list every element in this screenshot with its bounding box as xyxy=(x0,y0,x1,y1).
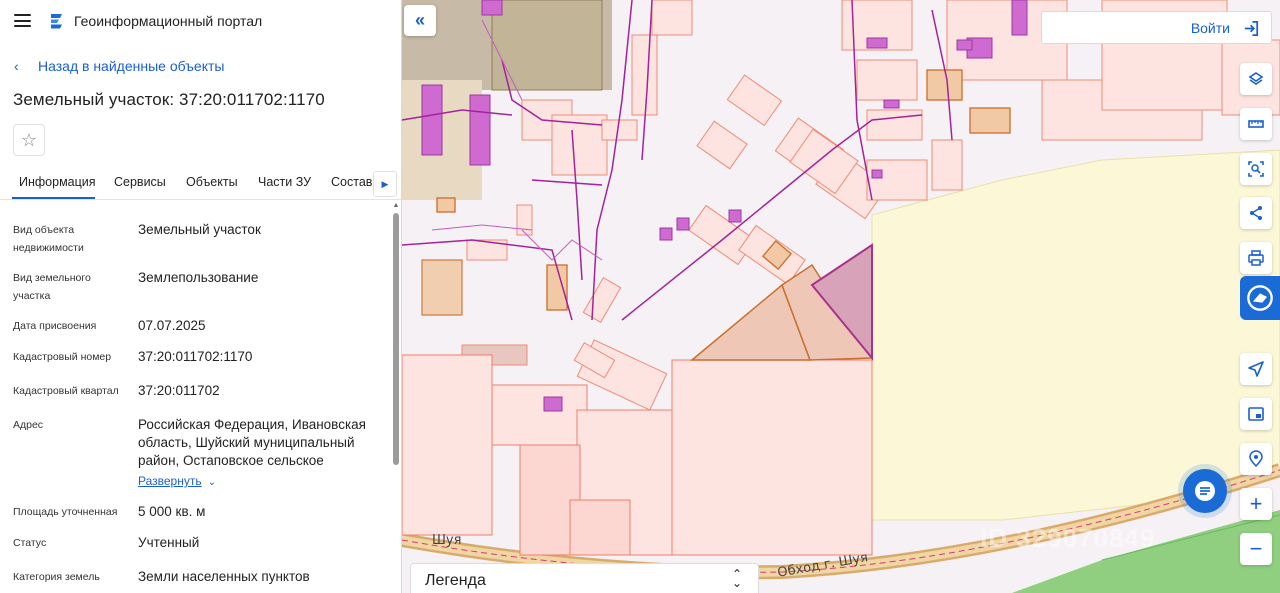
scroll-up-arrow[interactable]: ▲ xyxy=(392,202,400,210)
collapse-panel-button[interactable]: « xyxy=(404,5,436,36)
chat-button[interactable] xyxy=(1178,464,1232,518)
tab-services[interactable]: Сервисы xyxy=(114,175,166,189)
map-logo-icon xyxy=(1247,285,1273,311)
login-icon xyxy=(1244,20,1259,37)
top-bar: Геоинформационный портал xyxy=(0,0,401,42)
legend-label: Легенда xyxy=(425,572,486,589)
place-search-icon xyxy=(1249,450,1263,468)
share-icon xyxy=(1250,206,1262,220)
app-title: Геоинформационный портал xyxy=(74,13,263,29)
favorite-button[interactable]: ☆ xyxy=(13,124,45,156)
info-value: Земельный участок xyxy=(138,222,261,237)
portal-logo-icon xyxy=(51,14,62,29)
info-key: Площадь уточненная xyxy=(13,506,118,518)
info-key: Категория земель xyxy=(13,571,100,583)
info-value: 37:20:011702 xyxy=(138,383,220,398)
login-button[interactable]: Войти xyxy=(1041,11,1272,44)
tab-parts[interactable]: Части ЗУ xyxy=(258,175,311,189)
expand-link-label: Развернуть xyxy=(138,474,202,488)
select-area-button[interactable] xyxy=(1240,153,1272,185)
plus-icon: + xyxy=(1249,491,1263,516)
legend-toggle[interactable]: Легенда ⌃ ⌄ xyxy=(410,563,759,593)
select-area-icon xyxy=(1248,161,1264,177)
zoom-in-button[interactable]: + xyxy=(1240,488,1272,520)
layers-button[interactable] xyxy=(1240,63,1272,95)
expand-link[interactable]: Развернуть ⌄ xyxy=(138,474,216,488)
star-icon: ☆ xyxy=(20,129,38,150)
tab-information[interactable]: Информация xyxy=(19,175,96,189)
ruler-icon xyxy=(1248,120,1264,128)
back-link[interactable]: ‹ Назад в найденные объекты xyxy=(14,58,224,74)
map-layer xyxy=(402,0,1280,593)
info-key: Статус xyxy=(13,537,47,549)
triangle-right-icon: ▶ xyxy=(381,178,389,189)
active-tab-indicator xyxy=(12,197,95,199)
chat-icon xyxy=(1195,481,1215,501)
road-label: Шуя xyxy=(432,533,462,548)
ruler-button[interactable] xyxy=(1240,108,1272,140)
minimap-icon xyxy=(1248,407,1264,421)
info-value: 07.07.2025 xyxy=(138,318,206,333)
watermark: ID 329070849 xyxy=(980,523,1156,553)
locate-button[interactable] xyxy=(1240,353,1272,385)
tab-bar: Информация Сервисы Объекты Части ЗУ Сост… xyxy=(0,168,401,200)
info-value: Земли населенных пунктов xyxy=(138,569,310,584)
info-key: Адрес xyxy=(13,419,44,431)
info-key: Вид земельного участка xyxy=(13,272,91,302)
info-key: Вид объекта недвижимости xyxy=(13,224,84,254)
minimap-button[interactable] xyxy=(1240,398,1272,430)
menu-icon[interactable] xyxy=(14,14,31,27)
expand-collapse-icon: ⌃ ⌄ xyxy=(731,567,742,590)
double-chevron-left-icon: « xyxy=(414,10,425,30)
info-key: Дата присвоения xyxy=(13,320,97,332)
info-value: 37:20:011702:1170 xyxy=(138,349,253,364)
info-value: Учтенный xyxy=(138,535,200,550)
info-panel: Геоинформационный портал ‹ Назад в найден… xyxy=(0,0,402,593)
info-value: Российская Федерация, Ивановская область… xyxy=(138,417,366,468)
print-button[interactable] xyxy=(1240,242,1272,274)
locate-icon xyxy=(1248,361,1264,377)
layers-icon xyxy=(1248,72,1264,85)
chevron-down-icon: ⌄ xyxy=(207,477,216,488)
tab-objects[interactable]: Объекты xyxy=(186,175,238,189)
info-key: Кадастровый номер xyxy=(13,351,112,363)
tab-composition[interactable]: Состав xyxy=(331,175,372,189)
scrollbar-thumb[interactable] xyxy=(393,213,399,465)
tabs-scroll-right-button[interactable]: ▶ xyxy=(373,171,397,197)
place-search-button[interactable] xyxy=(1240,443,1272,475)
info-key: Кадастровый квартал xyxy=(13,385,119,397)
object-title: Земельный участок: 37:20:011702:1170 xyxy=(13,90,325,109)
back-link-label: Назад в найденные объекты xyxy=(38,58,225,74)
zoom-out-button[interactable]: − xyxy=(1240,533,1272,565)
map-canvas[interactable]: Шуя Обход г. Шуя ID 329070849 xyxy=(402,0,1280,593)
info-value: 5 000 кв. м xyxy=(138,504,206,519)
map-logo-button[interactable] xyxy=(1240,276,1280,320)
info-value: Землепользование xyxy=(138,270,259,285)
print-icon xyxy=(1248,250,1264,266)
share-button[interactable] xyxy=(1240,197,1272,229)
minus-icon: − xyxy=(1249,536,1263,561)
chevron-left-icon: ‹ xyxy=(14,58,19,74)
chat-bubble xyxy=(1183,469,1227,513)
login-label: Войти xyxy=(1190,20,1230,36)
